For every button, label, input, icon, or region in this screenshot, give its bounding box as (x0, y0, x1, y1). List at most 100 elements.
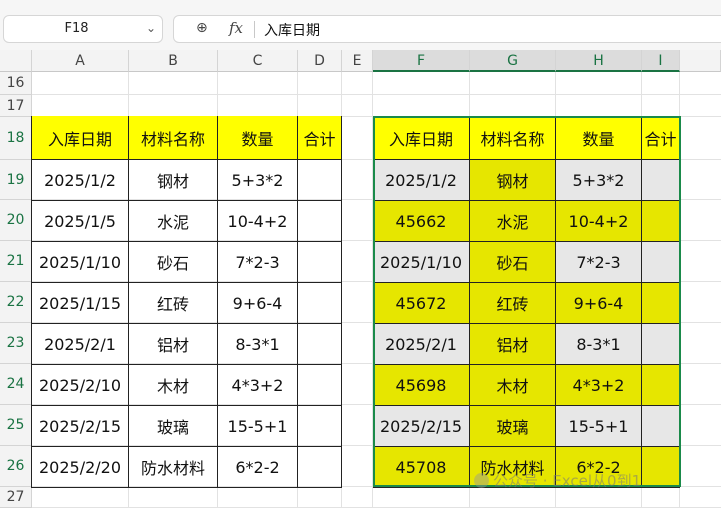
total-cell[interactable] (298, 201, 342, 242)
date-cell[interactable]: 2025/1/10 (32, 242, 129, 283)
quantity-cell[interactable]: 4*3+2 (218, 365, 298, 406)
quantity-cell[interactable]: 8-3*1 (218, 324, 298, 365)
date-cell[interactable]: 2025/2/15 (32, 406, 129, 447)
row-header-26[interactable]: 26 (0, 446, 32, 487)
header-cell[interactable]: 材料名称 (129, 116, 218, 160)
column-header-d[interactable]: D (298, 50, 342, 72)
date-cell[interactable]: 2025/1/15 (32, 283, 129, 324)
material-cell[interactable]: 钢材 (129, 160, 218, 201)
total-cell[interactable] (298, 242, 342, 283)
material-cell[interactable]: 红砖 (129, 283, 218, 324)
header-cell[interactable]: 入库日期 (373, 116, 470, 160)
total-cell[interactable] (298, 447, 342, 488)
date-cell[interactable]: 2025/2/1 (373, 324, 470, 365)
chevron-down-icon[interactable]: ⌄ (146, 21, 156, 35)
function-icon[interactable]: fx (229, 19, 243, 37)
total-cell[interactable] (642, 283, 680, 324)
row-header-22[interactable]: 22 (0, 282, 32, 323)
name-box[interactable]: F18 ⌄ (3, 15, 163, 43)
total-cell[interactable] (298, 324, 342, 365)
total-cell[interactable] (298, 283, 342, 324)
date-cell[interactable]: 2025/2/1 (32, 324, 129, 365)
material-cell[interactable]: 木材 (470, 365, 556, 406)
header-cell[interactable]: 合计 (642, 116, 680, 160)
material-cell[interactable]: 玻璃 (129, 406, 218, 447)
total-cell[interactable] (298, 365, 342, 406)
material-cell[interactable]: 水泥 (470, 201, 556, 242)
select-all-corner[interactable] (0, 50, 32, 72)
column-header-g[interactable]: G (470, 50, 556, 72)
quantity-cell[interactable]: 5+3*2 (556, 160, 642, 201)
quantity-cell[interactable]: 6*2-2 (218, 447, 298, 488)
total-cell[interactable] (642, 447, 680, 488)
row-header-18[interactable]: 18 (0, 117, 32, 160)
column-header-e[interactable]: E (342, 50, 373, 72)
formula-separator (254, 21, 255, 38)
row-header-23[interactable]: 23 (0, 323, 32, 364)
date-cell[interactable]: 2025/1/10 (373, 242, 470, 283)
row-header-21[interactable]: 21 (0, 241, 32, 282)
formula-content[interactable]: 入库日期 (264, 20, 320, 40)
date-cell[interactable]: 2025/2/20 (32, 447, 129, 488)
quantity-cell[interactable]: 10-4+2 (218, 201, 298, 242)
total-cell[interactable] (298, 406, 342, 447)
date-cell[interactable]: 2025/1/2 (373, 160, 470, 201)
quantity-cell[interactable]: 15-5+1 (556, 406, 642, 447)
material-cell[interactable]: 红砖 (470, 283, 556, 324)
material-cell[interactable]: 铝材 (470, 324, 556, 365)
material-cell[interactable]: 砂石 (470, 242, 556, 283)
row-header-19[interactable]: 19 (0, 160, 32, 200)
header-cell[interactable]: 入库日期 (32, 116, 129, 160)
header-cell[interactable]: 数量 (218, 116, 298, 160)
material-cell[interactable]: 铝材 (129, 324, 218, 365)
total-cell[interactable] (642, 242, 680, 283)
quantity-cell[interactable]: 9+6-4 (556, 283, 642, 324)
material-cell[interactable]: 玻璃 (470, 406, 556, 447)
formula-input[interactable]: ⊕ fx 入库日期 (173, 15, 721, 43)
column-header-i[interactable]: I (642, 50, 680, 72)
column-header-blank[interactable] (680, 50, 721, 72)
row-header-24[interactable]: 24 (0, 364, 32, 405)
quantity-cell[interactable]: 9+6-4 (218, 283, 298, 324)
zoom-icon[interactable]: ⊕ (196, 20, 208, 36)
material-cell[interactable]: 水泥 (129, 201, 218, 242)
material-cell[interactable]: 钢材 (470, 160, 556, 201)
date-cell[interactable]: 2025/1/2 (32, 160, 129, 201)
column-header-a[interactable]: A (32, 50, 129, 72)
column-header-b[interactable]: B (129, 50, 218, 72)
row-header-16[interactable]: 16 (0, 72, 32, 95)
header-cell[interactable]: 数量 (556, 116, 642, 160)
quantity-cell[interactable]: 4*3+2 (556, 365, 642, 406)
material-cell[interactable]: 木材 (129, 365, 218, 406)
total-cell[interactable] (642, 406, 680, 447)
header-cell[interactable]: 材料名称 (470, 116, 556, 160)
column-header-c[interactable]: C (218, 50, 298, 72)
date-cell[interactable]: 2025/2/15 (373, 406, 470, 447)
column-header-h[interactable]: H (556, 50, 642, 72)
header-cell[interactable]: 合计 (298, 116, 342, 160)
date-cell[interactable]: 45672 (373, 283, 470, 324)
date-cell[interactable]: 2025/1/5 (32, 201, 129, 242)
total-cell[interactable] (642, 201, 680, 242)
total-cell[interactable] (642, 324, 680, 365)
material-cell[interactable]: 防水材料 (129, 447, 218, 488)
total-cell[interactable] (642, 160, 680, 201)
quantity-cell[interactable]: 15-5+1 (218, 406, 298, 447)
row-header-20[interactable]: 20 (0, 200, 32, 241)
quantity-cell[interactable]: 5+3*2 (218, 160, 298, 201)
quantity-cell[interactable]: 10-4+2 (556, 201, 642, 242)
date-cell[interactable]: 45708 (373, 447, 470, 488)
total-cell[interactable] (642, 365, 680, 406)
date-cell[interactable]: 2025/2/10 (32, 365, 129, 406)
column-header-f[interactable]: F (373, 50, 470, 72)
quantity-cell[interactable]: 8-3*1 (556, 324, 642, 365)
date-cell[interactable]: 45662 (373, 201, 470, 242)
row-header-27[interactable]: 27 (0, 487, 32, 508)
row-header-25[interactable]: 25 (0, 405, 32, 446)
quantity-cell[interactable]: 7*2-3 (556, 242, 642, 283)
date-cell[interactable]: 45698 (373, 365, 470, 406)
total-cell[interactable] (298, 160, 342, 201)
material-cell[interactable]: 砂石 (129, 242, 218, 283)
quantity-cell[interactable]: 7*2-3 (218, 242, 298, 283)
row-header-17[interactable]: 17 (0, 95, 32, 117)
